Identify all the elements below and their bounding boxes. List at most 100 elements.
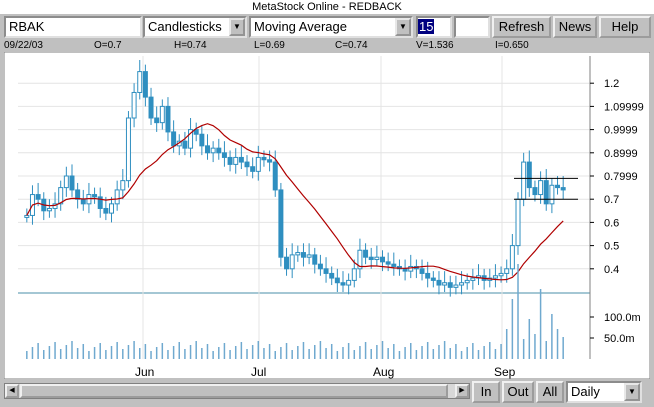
candle-body bbox=[272, 161, 278, 191]
zoom-out-button[interactable]: Out bbox=[502, 381, 534, 403]
y-tick-label: 0.9999 bbox=[604, 125, 638, 137]
quote-close: C=0.74 bbox=[335, 40, 368, 51]
refresh-button[interactable]: Refresh bbox=[492, 16, 551, 38]
candle-body bbox=[346, 279, 352, 286]
candle-body bbox=[278, 189, 284, 258]
candle-body bbox=[504, 268, 510, 274]
volume-tick-label: 50.0m bbox=[604, 333, 635, 345]
candle-body bbox=[306, 254, 312, 258]
period-input[interactable]: 15 bbox=[416, 16, 452, 38]
candle-body bbox=[549, 184, 555, 205]
candle-body bbox=[35, 194, 41, 200]
candle-body bbox=[425, 272, 431, 279]
scroll-thumb[interactable] bbox=[20, 384, 448, 398]
x-tick-label: Sep bbox=[494, 365, 516, 379]
candle-body bbox=[312, 254, 318, 265]
candle-body bbox=[402, 268, 408, 272]
candle-body bbox=[470, 277, 476, 281]
candle-body bbox=[334, 277, 340, 284]
candle-body bbox=[148, 96, 154, 119]
candle-body bbox=[515, 198, 521, 247]
y-tick-label: 1.2 bbox=[604, 78, 619, 90]
candle-body bbox=[261, 156, 267, 161]
candle-body bbox=[340, 282, 346, 286]
candle-body bbox=[255, 156, 261, 172]
scroll-left-icon[interactable]: ◀ bbox=[5, 384, 19, 398]
candle-body bbox=[560, 187, 566, 191]
candle-body bbox=[385, 261, 391, 265]
candle-body bbox=[216, 147, 222, 154]
candle-body bbox=[92, 194, 98, 198]
help-button[interactable]: Help bbox=[599, 16, 651, 38]
indicator-select[interactable]: Moving Average ▼ bbox=[249, 16, 413, 38]
quote-interest: I=0.650 bbox=[495, 40, 529, 51]
candle-body bbox=[204, 145, 210, 154]
candle-body bbox=[109, 203, 115, 214]
candle-body bbox=[300, 252, 306, 258]
candle-body bbox=[323, 268, 329, 274]
blank-input[interactable] bbox=[454, 16, 490, 38]
candle-body bbox=[221, 152, 227, 158]
candle-body bbox=[436, 279, 442, 286]
chevron-down-icon[interactable]: ▼ bbox=[624, 383, 640, 401]
candle-body bbox=[284, 256, 290, 270]
candle-body bbox=[238, 156, 244, 163]
y-tick-label: 0.7999 bbox=[604, 171, 638, 183]
candle-body bbox=[69, 175, 75, 191]
candle-body bbox=[532, 187, 538, 196]
news-button[interactable]: News bbox=[553, 16, 597, 38]
candle-body bbox=[430, 277, 436, 281]
candle-body bbox=[295, 252, 301, 256]
candle-body bbox=[374, 256, 380, 261]
candle-body bbox=[555, 184, 561, 189]
candle-body bbox=[227, 156, 233, 165]
candle-body bbox=[526, 161, 532, 189]
y-tick-label: 0.7 bbox=[604, 194, 619, 206]
candle-body bbox=[131, 91, 137, 119]
candle-body bbox=[464, 279, 470, 284]
quote-open: O=0.7 bbox=[94, 40, 122, 51]
candle-body bbox=[368, 256, 374, 261]
periodicity-select[interactable]: Daily ▼ bbox=[566, 381, 642, 403]
x-tick-label: Jun bbox=[135, 365, 154, 379]
periodicity-value: Daily bbox=[571, 384, 600, 399]
candle-body bbox=[199, 133, 205, 147]
zoom-all-button[interactable]: All bbox=[536, 381, 564, 403]
candle-body bbox=[543, 180, 549, 205]
window-title: MetaStock Online - REDBACK bbox=[0, 0, 654, 14]
bottom-bar: ◀ ▶ In Out All Daily ▼ bbox=[0, 380, 654, 407]
candle-body bbox=[498, 272, 504, 277]
candle-body bbox=[80, 198, 86, 205]
candle-body bbox=[447, 282, 453, 288]
x-tick-label: Aug bbox=[373, 365, 394, 379]
chevron-down-icon[interactable]: ▼ bbox=[229, 18, 245, 36]
candle-body bbox=[63, 175, 69, 189]
candle-body bbox=[125, 117, 131, 182]
y-tick-label: 0.5 bbox=[604, 241, 619, 253]
quote-date: 09/22/03 bbox=[4, 40, 43, 51]
candle-body bbox=[380, 256, 386, 263]
symbol-input[interactable]: RBAK bbox=[4, 16, 142, 38]
candle-body bbox=[419, 268, 425, 274]
candle-body bbox=[244, 161, 250, 168]
zoom-in-button[interactable]: In bbox=[472, 381, 500, 403]
chart-type-select[interactable]: Candlesticks ▼ bbox=[143, 16, 247, 38]
candle-body bbox=[289, 254, 295, 270]
candle-body bbox=[267, 159, 273, 163]
chart-area[interactable]: 1.2 1.09999 0.9999 0.8999 0.7999 0.7 0.6 0.5 0.4… bbox=[3, 51, 651, 380]
candle-body bbox=[363, 249, 369, 258]
candle-body bbox=[24, 214, 30, 218]
volume-tick-label: 100.0m bbox=[604, 312, 641, 324]
chart-type-value: Candlesticks bbox=[148, 19, 222, 34]
scroll-right-icon[interactable]: ▶ bbox=[455, 384, 469, 398]
y-tick-label: 1.09999 bbox=[604, 101, 644, 113]
horizontal-scrollbar[interactable]: ◀ ▶ bbox=[4, 383, 470, 399]
candle-body bbox=[233, 156, 239, 165]
candle-body bbox=[154, 117, 160, 124]
indicator-value: Moving Average bbox=[254, 19, 347, 34]
candle-body bbox=[210, 147, 216, 154]
chevron-down-icon[interactable]: ▼ bbox=[395, 18, 411, 36]
candle-body bbox=[538, 180, 544, 196]
y-tick-label: 0.6 bbox=[604, 217, 619, 229]
price-chart-svg[interactable]: 1.2 1.09999 0.9999 0.8999 0.7999 0.7 0.6 0.5 0.4… bbox=[3, 51, 651, 380]
